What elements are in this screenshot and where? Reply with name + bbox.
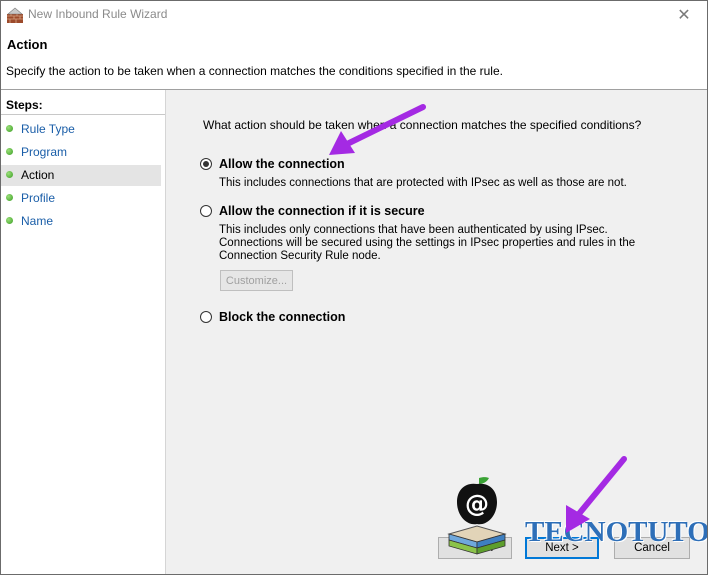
allow-if-secure-radio[interactable] [200,205,212,217]
green-dot-icon [6,217,13,224]
green-dot-icon [6,148,13,155]
sidebar-item-name[interactable]: Name [1,211,161,232]
sidebar-item-program[interactable]: Program [1,142,161,163]
page-title: Action [7,37,48,52]
annotation-arrow-icon [329,104,426,155]
sidebar-item-label: Action [21,168,55,182]
block-connection-label: Block the connection [219,310,346,324]
steps-divider [1,114,165,115]
page-description: Specify the action to be taken when a co… [6,64,503,78]
apple-books-logo-icon: @ [447,477,507,555]
green-dot-icon [6,125,13,132]
green-dot-icon [6,171,13,178]
firewall-wizard-icon [7,7,23,23]
sidebar-item-profile[interactable]: Profile [1,188,161,209]
customize-button[interactable]: Customize... [220,270,293,291]
sidebar-item-label: Rule Type [21,122,75,136]
action-question: What action should be taken when a conne… [203,118,642,132]
close-button[interactable]: ✕ [661,1,707,29]
allow-connection-radio[interactable] [200,158,212,170]
allow-if-secure-label: Allow the connection if it is secure [219,204,425,218]
sidebar-item-label: Profile [21,191,56,205]
wizard-window: New Inbound Rule Wizard ✕ Action Specify… [0,0,708,575]
sidebar-item-action[interactable]: Action [1,165,161,186]
sidebar-item-rule-type[interactable]: Rule Type [1,119,161,140]
sidebar-item-label: Program [21,145,68,159]
wizard-header: Action Specify the action to be taken wh… [1,29,707,90]
steps-heading: Steps: [6,98,43,112]
sidebar-item-label: Name [21,214,54,228]
allow-connection-description: This includes connections that are prote… [219,177,627,189]
steps-sidebar: Steps: Rule Type Program Action Profile … [1,90,166,574]
block-connection-radio[interactable] [200,311,212,323]
allow-connection-label: Allow the connection [219,157,345,171]
watermark-text: TECNOTUTO [525,516,708,548]
close-icon: ✕ [677,7,691,24]
svg-text:@: @ [465,490,489,518]
title-bar[interactable]: New Inbound Rule Wizard ✕ [1,1,707,29]
allow-if-secure-description: This includes only connections that have… [219,224,636,262]
window-title: New Inbound Rule Wizard [28,7,168,21]
green-dot-icon [6,194,13,201]
